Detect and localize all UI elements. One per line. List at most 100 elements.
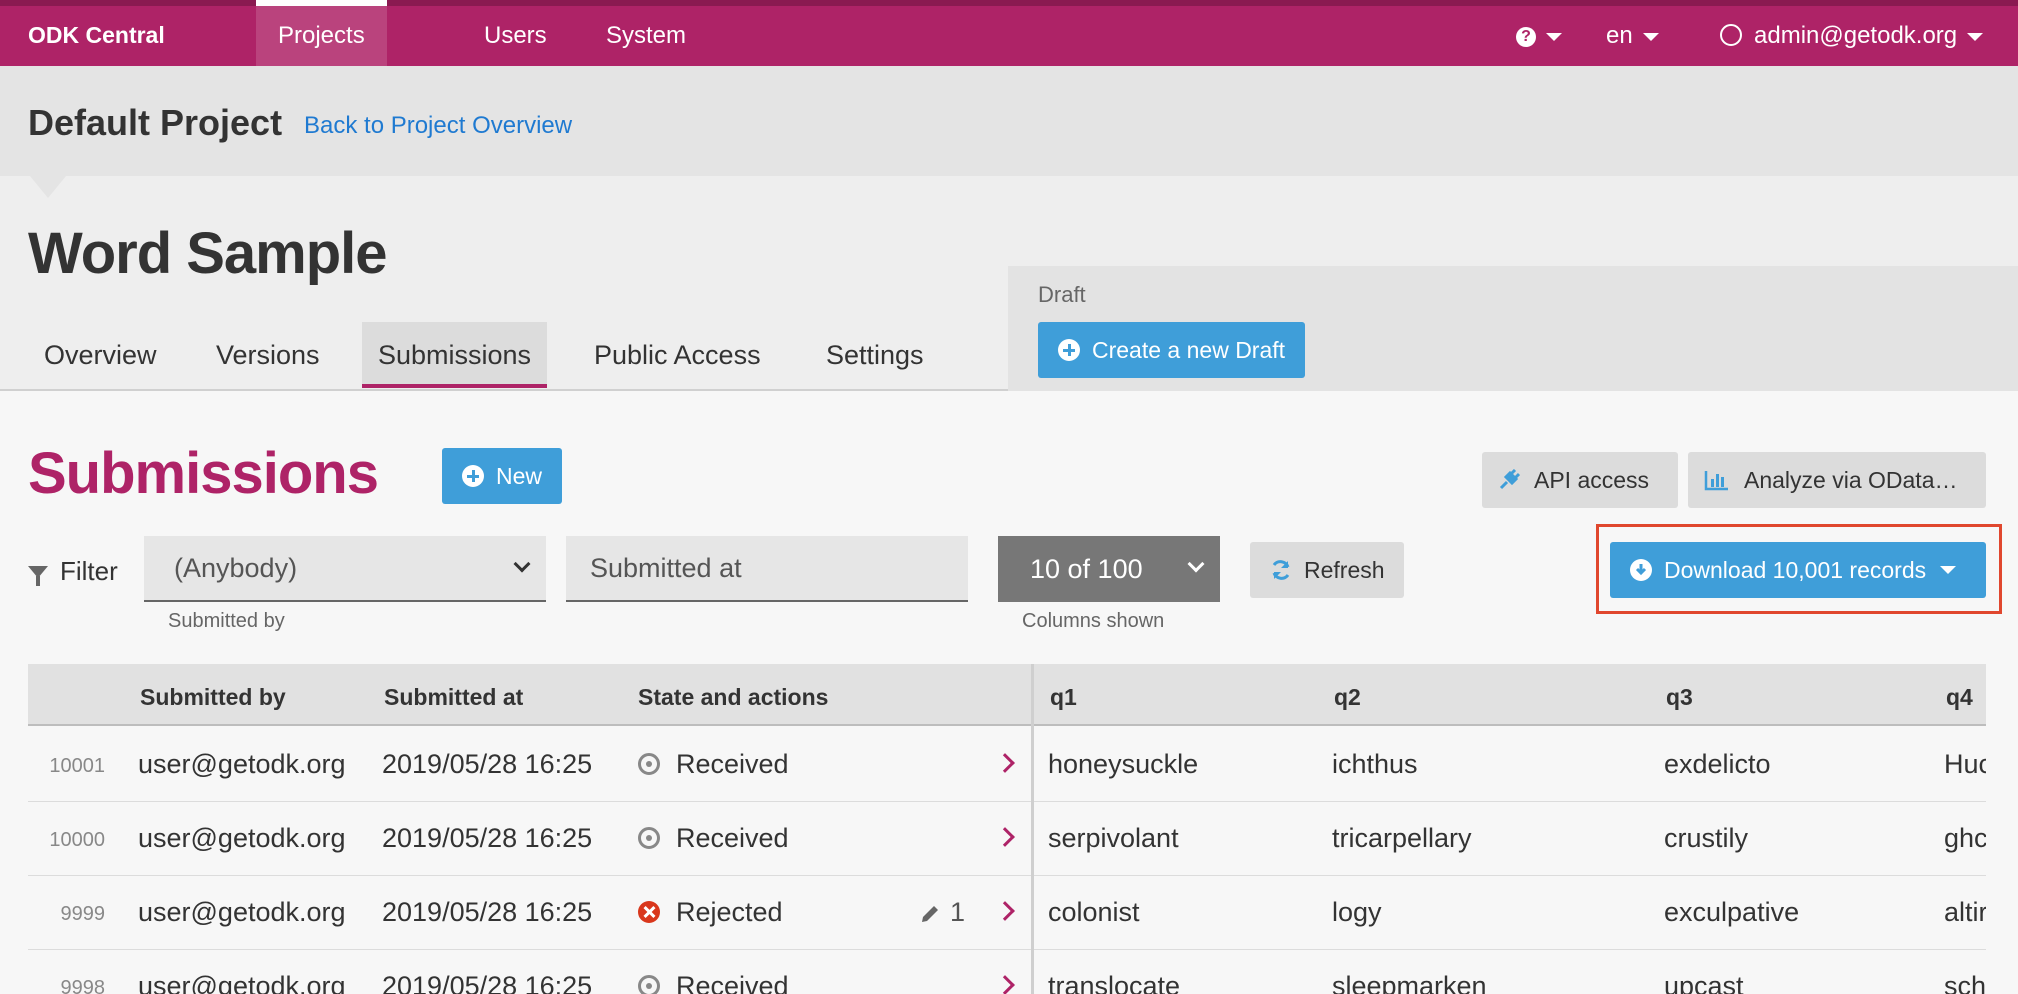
download-label: Download 10,001 records (1664, 556, 1927, 583)
submitted-by-help: Submitted by (168, 610, 285, 632)
plug-icon (1498, 468, 1521, 491)
create-draft-button[interactable]: Create a new Draft (1038, 322, 1306, 378)
plus-circle-icon (1058, 339, 1080, 361)
row-number: 9999 (60, 903, 106, 925)
cell-q3: crustily (1664, 823, 1749, 853)
tab-overview[interactable]: Overview (28, 322, 173, 388)
new-button-label: New (496, 462, 543, 489)
header-q2[interactable]: q2 (1334, 684, 1361, 711)
edit-count: 1 (950, 897, 966, 927)
cell-submitted-at: 2019/05/28 16:25 (382, 971, 593, 994)
submitted-by-value: (Anybody) (174, 552, 298, 583)
submissions-table: Submitted by Submitted at State and acti… (28, 664, 1986, 994)
chevron-down-icon (1940, 566, 1957, 574)
cell-q1: honeysuckle (1048, 749, 1199, 779)
tab-versions[interactable]: Versions (200, 322, 336, 388)
cell-submitted-by: user@getodk.org (138, 897, 346, 927)
refresh-icon (1270, 559, 1292, 581)
table-row[interactable]: 10000 user@getodk.org 2019/05/28 16:25 R… (28, 802, 1986, 876)
back-to-project-link[interactable]: Back to Project Overview (304, 112, 572, 140)
columns-select[interactable]: 10 of 100 (998, 536, 1220, 602)
download-circle-icon (1630, 559, 1652, 581)
rejected-icon (638, 901, 660, 923)
user-circle-icon (1720, 23, 1742, 46)
tab-public-access[interactable]: Public Access (578, 322, 777, 388)
filter-label: Filter (28, 556, 118, 587)
chevron-down-icon (1642, 32, 1659, 41)
cell-q1: translocate (1048, 971, 1181, 994)
cell-state: Received (676, 749, 789, 779)
header-q1[interactable]: q1 (1050, 684, 1077, 711)
tab-settings[interactable]: Settings (810, 322, 940, 388)
new-submission-button[interactable]: New (442, 448, 562, 504)
frozen-column-divider (1031, 664, 1034, 994)
draft-panel: Draft Create a new Draft (1008, 266, 2018, 391)
chevron-down-icon (1187, 555, 1205, 573)
submitted-at-input[interactable]: Submitted at (566, 536, 968, 602)
cell-state: Received (676, 823, 789, 853)
submissions-title: Submissions (28, 441, 379, 506)
cell-q4: ghc (1944, 823, 1986, 853)
cell-q4: altir (1944, 897, 1986, 927)
cell-submitted-at: 2019/05/28 16:25 (382, 897, 593, 927)
cell-q2: sleepmarken (1332, 971, 1487, 994)
cell-q4: sch (1944, 971, 1986, 994)
cell-submitted-at: 2019/05/28 16:25 (382, 823, 593, 853)
analyze-odata-button[interactable]: Analyze via OData… (1688, 452, 1986, 508)
project-header: Default Project Back to Project Overview (0, 66, 2018, 176)
received-icon (638, 975, 660, 994)
language-menu[interactable]: en (1606, 6, 1659, 66)
table-row[interactable]: 9998 user@getodk.org 2019/05/28 16:25 Re… (28, 950, 1986, 994)
header-submitted-by[interactable]: Submitted by (140, 684, 286, 711)
pencil-icon (920, 904, 940, 924)
chevron-right-icon[interactable] (995, 901, 1015, 921)
row-number: 9998 (60, 977, 106, 994)
brand-logo[interactable]: ODK Central (28, 22, 165, 49)
cell-q1: serpivolant (1048, 823, 1179, 853)
refresh-button[interactable]: Refresh (1250, 542, 1404, 598)
header-state[interactable]: State and actions (638, 684, 828, 711)
filter-text: Filter (60, 556, 118, 586)
chevron-right-icon[interactable] (995, 827, 1015, 847)
table-row[interactable]: 9999 user@getodk.org 2019/05/28 16:25 Re… (28, 876, 1986, 950)
cell-submitted-by: user@getodk.org (138, 749, 346, 779)
table-row[interactable]: 10001 user@getodk.org 2019/05/28 16:25 R… (28, 728, 1986, 802)
help-menu[interactable]: ? (1516, 6, 1562, 66)
cell-submitted-by: user@getodk.org (138, 971, 346, 994)
received-icon (638, 753, 660, 775)
language-label: en (1606, 22, 1633, 49)
user-email: admin@getodk.org (1754, 22, 1958, 49)
user-menu[interactable]: admin@getodk.org (1720, 6, 1984, 66)
nav-item-projects[interactable]: Projects (256, 0, 387, 66)
nav-item-users[interactable]: Users (484, 6, 547, 66)
refresh-label: Refresh (1304, 556, 1385, 583)
project-header-notch (30, 176, 66, 198)
submitted-by-select[interactable]: (Anybody) (144, 536, 546, 602)
top-navbar: ODK Central Projects Users System ? en a… (0, 0, 2018, 66)
cell-submitted-at: 2019/05/28 16:25 (382, 749, 593, 779)
chevron-down-icon (1546, 32, 1562, 41)
header-submitted-at[interactable]: Submitted at (384, 684, 523, 711)
nav-item-system[interactable]: System (606, 6, 686, 66)
download-records-button[interactable]: Download 10,001 records (1610, 542, 1986, 598)
tab-submissions[interactable]: Submissions (362, 322, 548, 388)
filter-icon (28, 565, 48, 586)
columns-help: Columns shown (1022, 610, 1165, 632)
cell-q3: exculpative (1664, 897, 1800, 927)
cell-q2: logy (1332, 897, 1382, 927)
project-title: Default Project (28, 102, 283, 143)
header-q3[interactable]: q3 (1666, 684, 1693, 711)
analyze-odata-label: Analyze via OData… (1744, 466, 1958, 493)
chevron-right-icon[interactable] (995, 753, 1015, 773)
header-q4[interactable]: q4 (1946, 684, 1973, 711)
chevron-down-icon (1967, 32, 1984, 41)
api-access-label: API access (1534, 466, 1650, 493)
cell-submitted-by: user@getodk.org (138, 823, 346, 853)
chevron-down-icon (513, 555, 531, 573)
chevron-right-icon[interactable] (995, 975, 1015, 994)
api-access-button[interactable]: API access (1482, 452, 1678, 508)
table-header: Submitted by Submitted at State and acti… (28, 664, 1986, 726)
row-number: 10001 (49, 755, 105, 777)
received-icon (638, 827, 660, 849)
bar-chart-icon (1704, 469, 1730, 491)
